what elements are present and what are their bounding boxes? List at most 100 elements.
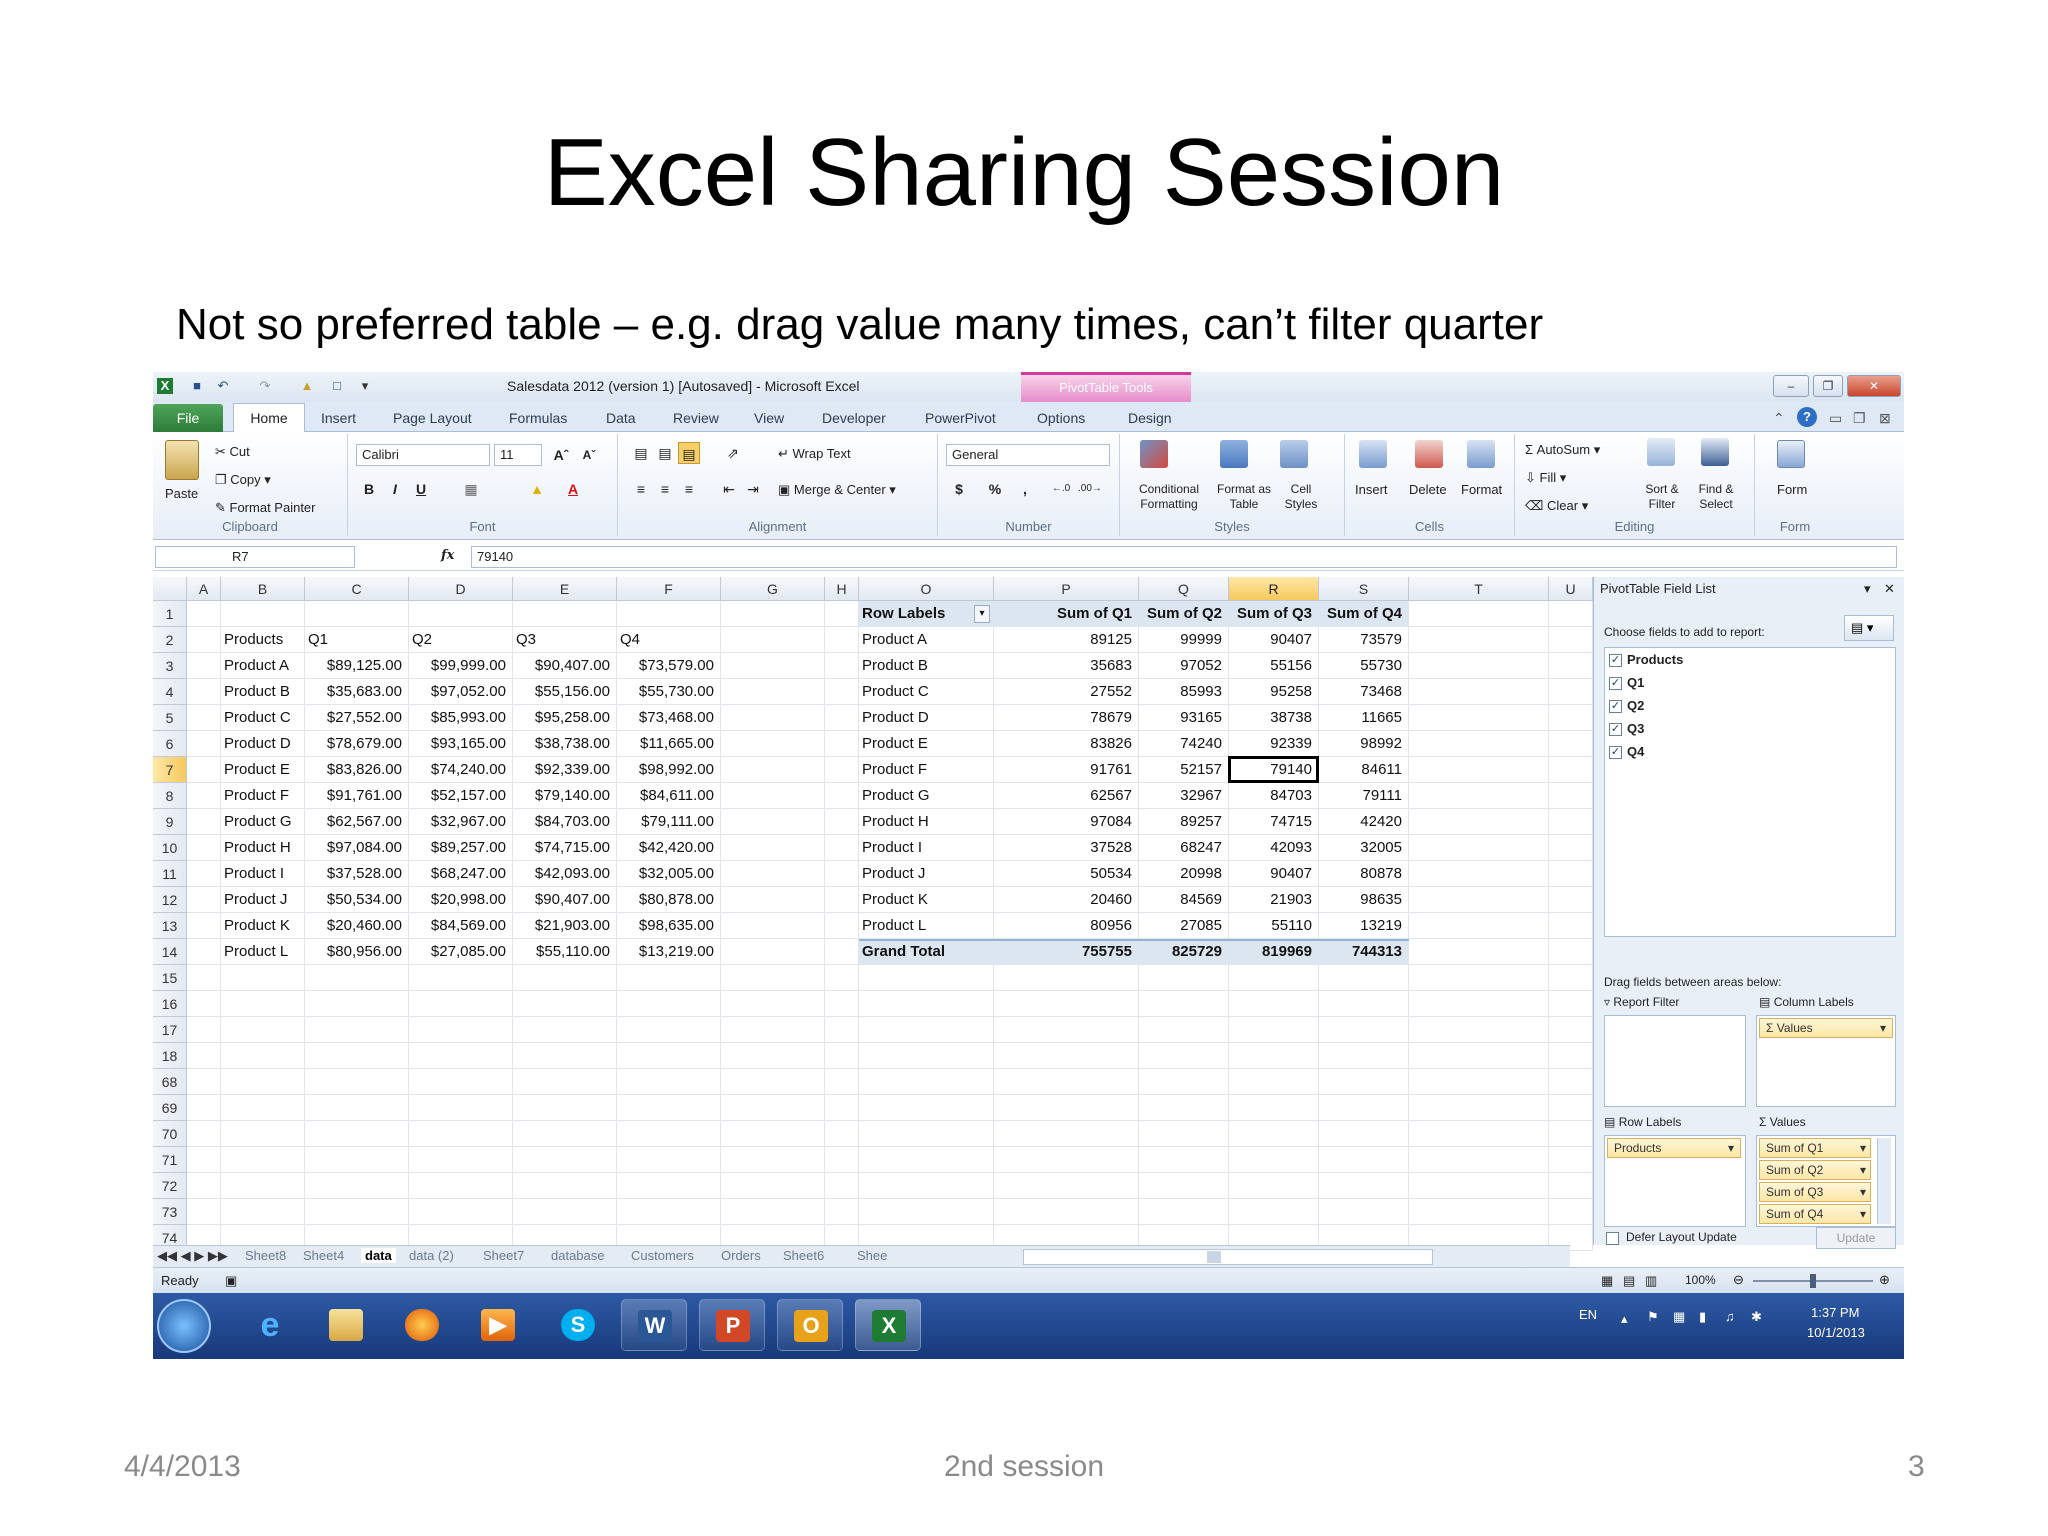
defer-layout-checkbox[interactable]	[1606, 1232, 1619, 1245]
table-product-cell[interactable]: Product E	[224, 757, 304, 783]
font-size-select[interactable]: 11	[494, 444, 542, 466]
row-header-16[interactable]: 16	[153, 991, 187, 1017]
pivot-value-cell[interactable]: 55730	[1322, 653, 1408, 679]
close-icon[interactable]: ✕	[1847, 375, 1901, 397]
fill-button[interactable]: ⇩ Fill ▾	[1525, 470, 1566, 486]
table-header-cell[interactable]: Q3	[516, 627, 616, 653]
value-chip-q1[interactable]: Sum of Q1 ▾	[1759, 1138, 1871, 1158]
table-value-cell[interactable]: $20,460.00	[308, 913, 408, 939]
row-header-70[interactable]: 70	[153, 1121, 187, 1147]
column-labels-area[interactable]: Σ Values ▾	[1756, 1015, 1896, 1107]
sheet-tab-data-2-[interactable]: data (2)	[409, 1248, 454, 1263]
table-value-cell[interactable]: $80,878.00	[620, 887, 720, 913]
italic-button[interactable]: I	[384, 478, 406, 500]
pivot-value-cell[interactable]: 35683	[997, 653, 1138, 679]
pivot-value-cell[interactable]: 84703	[1232, 783, 1318, 809]
column-header-h[interactable]: H	[825, 577, 859, 601]
taskbar-word[interactable]: W	[621, 1299, 687, 1351]
tab-powerpivot[interactable]: PowerPivot	[925, 410, 996, 426]
value-chip-q3[interactable]: Sum of Q3 ▾	[1759, 1182, 1871, 1202]
row-header-14[interactable]: 14	[153, 939, 187, 965]
font-family-select[interactable]: Calibri	[356, 444, 490, 466]
table-value-cell[interactable]: $55,156.00	[516, 679, 616, 705]
font-color-icon[interactable]: A	[562, 478, 584, 500]
table-product-cell[interactable]: Product B	[224, 679, 304, 705]
insert-cells-button[interactable]: Insert	[1355, 482, 1388, 497]
cell-styles-icon[interactable]	[1280, 440, 1308, 468]
row-header-15[interactable]: 15	[153, 965, 187, 991]
sheet-tab-sheet4[interactable]: Sheet4	[303, 1248, 344, 1263]
pivot-value-cell[interactable]: 62567	[997, 783, 1138, 809]
increase-decimal-icon[interactable]: ←.0	[1050, 478, 1072, 500]
doc-minimize-icon[interactable]: ▭	[1829, 410, 1842, 427]
pivot-header-cell[interactable]: Sum of Q4	[1322, 601, 1408, 627]
column-header-o[interactable]: O	[859, 577, 994, 601]
row-header-68[interactable]: 68	[153, 1069, 187, 1095]
conditional-formatting-icon[interactable]	[1140, 440, 1168, 468]
decrease-indent-icon[interactable]: ⇤	[718, 478, 740, 500]
number-format-select[interactable]: General	[946, 444, 1110, 466]
table-value-cell[interactable]: $27,085.00	[412, 939, 512, 965]
tab-page-layout[interactable]: Page Layout	[393, 410, 472, 426]
pivot-row-label[interactable]: Product H	[862, 809, 993, 835]
normal-view-icon[interactable]: ▦	[1601, 1273, 1613, 1289]
table-value-cell[interactable]: $97,084.00	[308, 835, 408, 861]
sheet-tab-data[interactable]: data	[361, 1248, 396, 1263]
column-header-r[interactable]: R	[1229, 577, 1319, 601]
row-header-6[interactable]: 6	[153, 731, 187, 757]
pivot-row-label[interactable]: Product B	[862, 653, 993, 679]
pivot-value-cell[interactable]: 20998	[1142, 861, 1228, 887]
column-header-p[interactable]: P	[994, 577, 1139, 601]
field-checkbox-q2[interactable]: ✓	[1609, 700, 1622, 713]
pivot-value-cell[interactable]: 32967	[1142, 783, 1228, 809]
table-value-cell[interactable]: $13,219.00	[620, 939, 720, 965]
column-header-q[interactable]: Q	[1139, 577, 1229, 601]
undo-icon[interactable]: ↶	[215, 378, 231, 394]
format-as-table-button[interactable]: Format as Table	[1214, 482, 1274, 512]
field-q1[interactable]: Q1	[1627, 675, 1644, 690]
table-product-cell[interactable]: Product I	[224, 861, 304, 887]
table-value-cell[interactable]: $32,005.00	[620, 861, 720, 887]
taskbar-explorer[interactable]	[313, 1299, 379, 1351]
clock-time[interactable]: 1:37 PM	[1811, 1305, 1859, 1320]
table-value-cell[interactable]: $20,998.00	[412, 887, 512, 913]
conditional-formatting-button[interactable]: Conditional Formatting	[1124, 482, 1214, 512]
table-value-cell[interactable]: $89,257.00	[412, 835, 512, 861]
report-filter-area[interactable]	[1604, 1015, 1746, 1107]
table-value-cell[interactable]: $84,569.00	[412, 913, 512, 939]
field-checkbox-q1[interactable]: ✓	[1609, 677, 1622, 690]
update-button[interactable]: Update	[1816, 1227, 1896, 1249]
row-header-2[interactable]: 2	[153, 627, 187, 653]
row-header-69[interactable]: 69	[153, 1095, 187, 1121]
tab-data[interactable]: Data	[606, 410, 636, 426]
orientation-icon[interactable]: ⇗	[722, 442, 744, 464]
pivot-value-cell[interactable]: 32005	[1322, 835, 1408, 861]
delete-cells-icon[interactable]	[1415, 440, 1443, 468]
column-header-b[interactable]: B	[221, 577, 305, 601]
pivot-value-cell[interactable]: 98992	[1322, 731, 1408, 757]
table-value-cell[interactable]: $90,407.00	[516, 653, 616, 679]
pivot-row-label[interactable]: Product A	[862, 627, 993, 653]
pivot-value-cell[interactable]: 37528	[997, 835, 1138, 861]
zoom-out-icon[interactable]: ⊖	[1733, 1272, 1744, 1288]
table-value-cell[interactable]: $89,125.00	[308, 653, 408, 679]
column-header-e[interactable]: E	[513, 577, 617, 601]
field-list-layout-button[interactable]: ▤ ▾	[1844, 615, 1894, 641]
align-right-icon[interactable]: ≡	[678, 478, 700, 500]
table-value-cell[interactable]: $85,993.00	[412, 705, 512, 731]
function-icon[interactable]: fx	[441, 548, 454, 563]
grand-total-value[interactable]: 819969	[1232, 939, 1318, 965]
underline-button[interactable]: U	[410, 478, 432, 500]
pivot-value-cell[interactable]: 98635	[1322, 887, 1408, 913]
table-value-cell[interactable]: $84,611.00	[620, 783, 720, 809]
pivot-value-cell[interactable]: 68247	[1142, 835, 1228, 861]
pivot-value-cell[interactable]: 79111	[1322, 783, 1408, 809]
taskbar-excel[interactable]: X	[855, 1299, 921, 1351]
pivot-value-cell[interactable]: 97084	[997, 809, 1138, 835]
paste-icon[interactable]	[165, 440, 199, 480]
form-icon[interactable]	[1777, 440, 1805, 468]
table-header-cell[interactable]: Q4	[620, 627, 720, 653]
align-center-icon[interactable]: ≡	[654, 478, 676, 500]
table-value-cell[interactable]: $37,528.00	[308, 861, 408, 887]
pivot-value-cell[interactable]: 85993	[1142, 679, 1228, 705]
